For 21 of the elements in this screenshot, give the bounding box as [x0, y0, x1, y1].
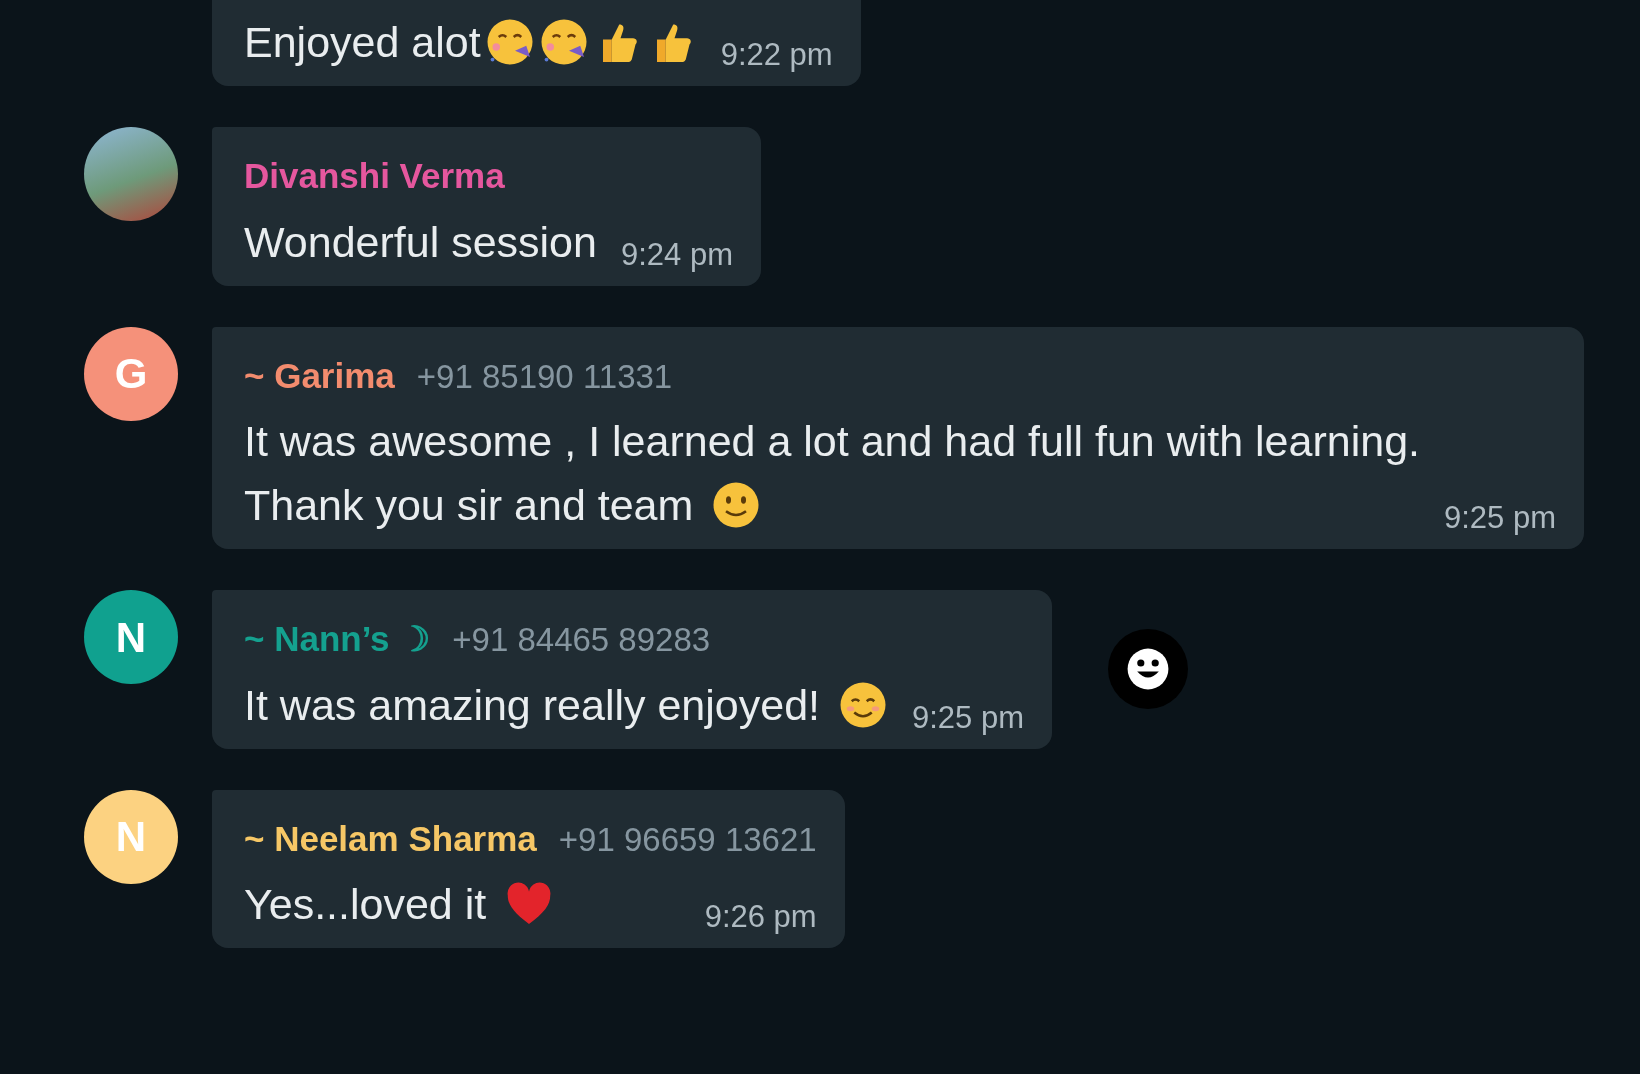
message-text: Enjoyed alot [244, 17, 481, 68]
sender-name: ~ Garima [244, 356, 395, 395]
message-text: Thank you sir and team [244, 480, 694, 531]
avatar: N [84, 789, 178, 884]
avatar: N [84, 590, 178, 684]
phone-number: +91 85190 11331 [416, 358, 673, 395]
avatar: G [84, 326, 178, 421]
sender-name: Divanshi Verma [244, 157, 505, 196]
message-text: Wonderful session [244, 216, 597, 268]
message-time: 9:22 pm [720, 39, 833, 74]
message-time: 9:24 pm [620, 238, 733, 274]
message-text: It was amazing really enjoyed! [244, 679, 820, 731]
message-time: 9:25 pm [1444, 502, 1557, 537]
sender-name: ~ Nann’s ☽ [244, 620, 431, 659]
phone-number: +91 96659 13621 [558, 821, 817, 858]
sender-name: ~ Neelam Sharma [244, 819, 537, 858]
message-text: Yes...loved it [244, 879, 487, 930]
phone-number: +91 84465 89283 [452, 622, 711, 659]
message-text: It was awesome , I learned a lot and had full fun with learning. [244, 416, 1420, 467]
message-time: 9:26 pm [704, 901, 817, 936]
message-time: 9:25 pm [912, 701, 1025, 737]
